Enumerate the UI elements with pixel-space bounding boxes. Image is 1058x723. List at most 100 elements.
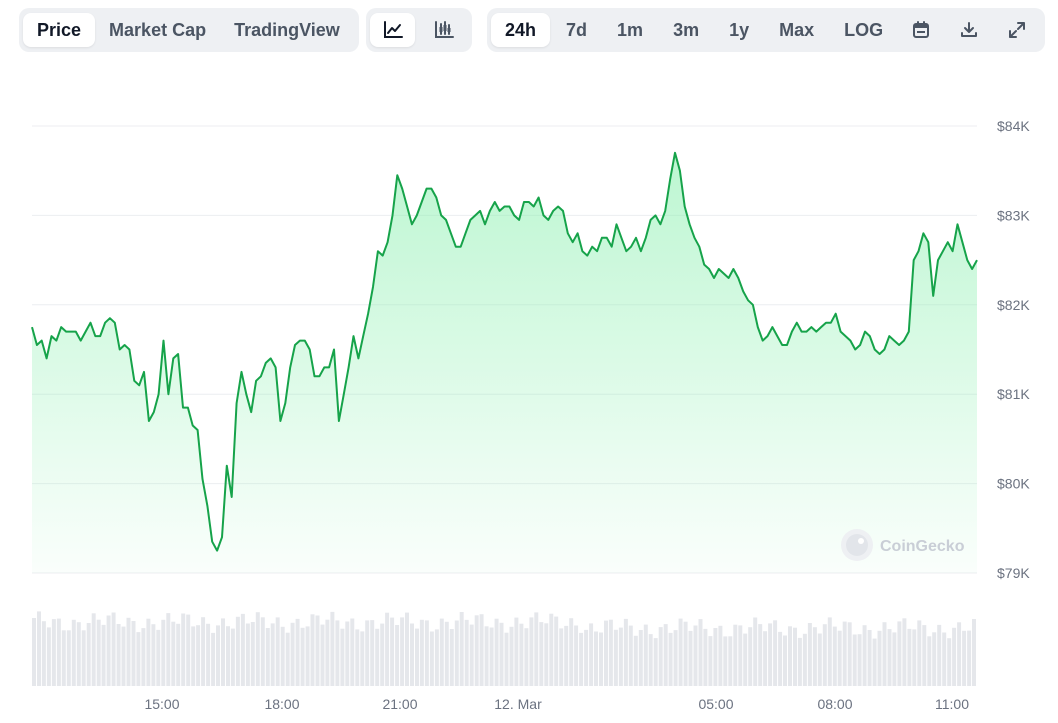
volume-bar [415,628,419,686]
volume-bar [171,621,176,686]
volume-bar [479,614,484,686]
volume-bar [623,618,628,686]
volume-bar [325,619,330,686]
volume-bar [618,627,623,686]
volume-bar [947,638,952,686]
volume-bar [395,625,400,686]
volume-bar [96,619,101,686]
volume-bar [46,627,51,686]
volume-bar [221,618,225,686]
volume-bar [131,621,136,686]
volume-bar [917,620,922,686]
volume-bar [802,633,807,686]
volume-bar [748,627,753,686]
x-tick-label: 11:00 [935,696,969,712]
volume-bar [658,627,663,686]
volume-bar [484,626,489,686]
volume-bar [51,619,56,686]
volume-bar [872,638,877,686]
volume-bar [235,616,240,686]
y-tick-label: $82K [997,297,1030,313]
volume-bar [216,625,220,686]
volume-bar [584,629,589,686]
volume-bar [797,637,802,686]
volume-bar [812,627,817,686]
volume-bar [643,624,648,686]
volume-bar [151,624,156,686]
volume-bar [66,630,71,686]
volume-bar [673,630,678,686]
y-tick-label: $84K [997,118,1030,134]
volume-bar [604,620,608,686]
volume-bar [230,628,235,686]
volume-bar [554,616,559,686]
volume-bar [245,623,250,686]
volume-bar [608,619,613,686]
volume-bar [738,625,743,686]
volume-bar [211,632,216,686]
volume-bar [295,618,300,686]
volume-bar [360,631,365,686]
volume-bar [270,623,275,686]
volume-bar [867,630,872,686]
volume-bar [569,618,574,686]
volume-bar [539,622,544,686]
volume-bar [524,628,529,686]
volume-bar [892,632,897,686]
volume-bar [912,629,917,686]
volume-bar [290,622,295,686]
x-tick-label: 12. Mar [494,696,542,712]
volume-bar [345,621,350,686]
x-tick-label: 18:00 [264,696,299,712]
volume-bar [226,626,230,686]
volume-bar [793,627,797,686]
y-tick-label: $81K [997,386,1030,402]
volume-bar [146,618,151,686]
volume-bar [405,612,409,686]
volume-bar [71,619,76,686]
volume-bar [574,625,579,686]
volume-bar [698,619,703,686]
volume-bar [847,622,852,686]
volume-bar [957,622,962,686]
volume-bar [181,613,186,686]
volume-bar [355,629,360,686]
volume-bar [474,615,479,686]
price-chart[interactable]: $79K $80K $81K $82K $83K $84K 15:00 18:00 21:00… [0,0,1058,723]
volume-bar [106,615,111,686]
volume-bar [648,634,653,686]
watermark-text: CoinGecko [880,538,965,555]
volume-bar [763,631,768,686]
volume-bar [952,627,957,686]
volume-bar [633,635,638,686]
volume-bar [449,629,454,686]
volume-bar [753,617,758,686]
volume-bar [315,615,320,686]
volume-bar [385,612,390,686]
volume-bar [37,611,41,686]
volume-bar [857,634,862,686]
volume-bar [579,632,584,686]
volume-bar [191,626,196,686]
volume-bar [519,623,524,686]
volume-bar [300,627,305,686]
volume-bar [444,621,449,686]
volume-bar [370,620,375,686]
volume-bar [529,617,534,686]
volume-bar [305,626,310,686]
volume-bar [549,613,554,686]
volume-bar [429,631,434,686]
volume-bar [434,629,439,686]
volume-bar [832,626,837,686]
volume-bar [942,632,947,686]
volume-bar [454,620,459,686]
volume-bar [589,623,594,686]
volume-bar [365,620,370,686]
volume-bar [733,624,738,686]
volume-bar [842,621,847,686]
volume-bar [459,612,464,686]
volume-bar [773,620,778,686]
volume-bar [126,617,131,686]
volume-bar [713,628,718,686]
volume-bar [350,618,355,686]
